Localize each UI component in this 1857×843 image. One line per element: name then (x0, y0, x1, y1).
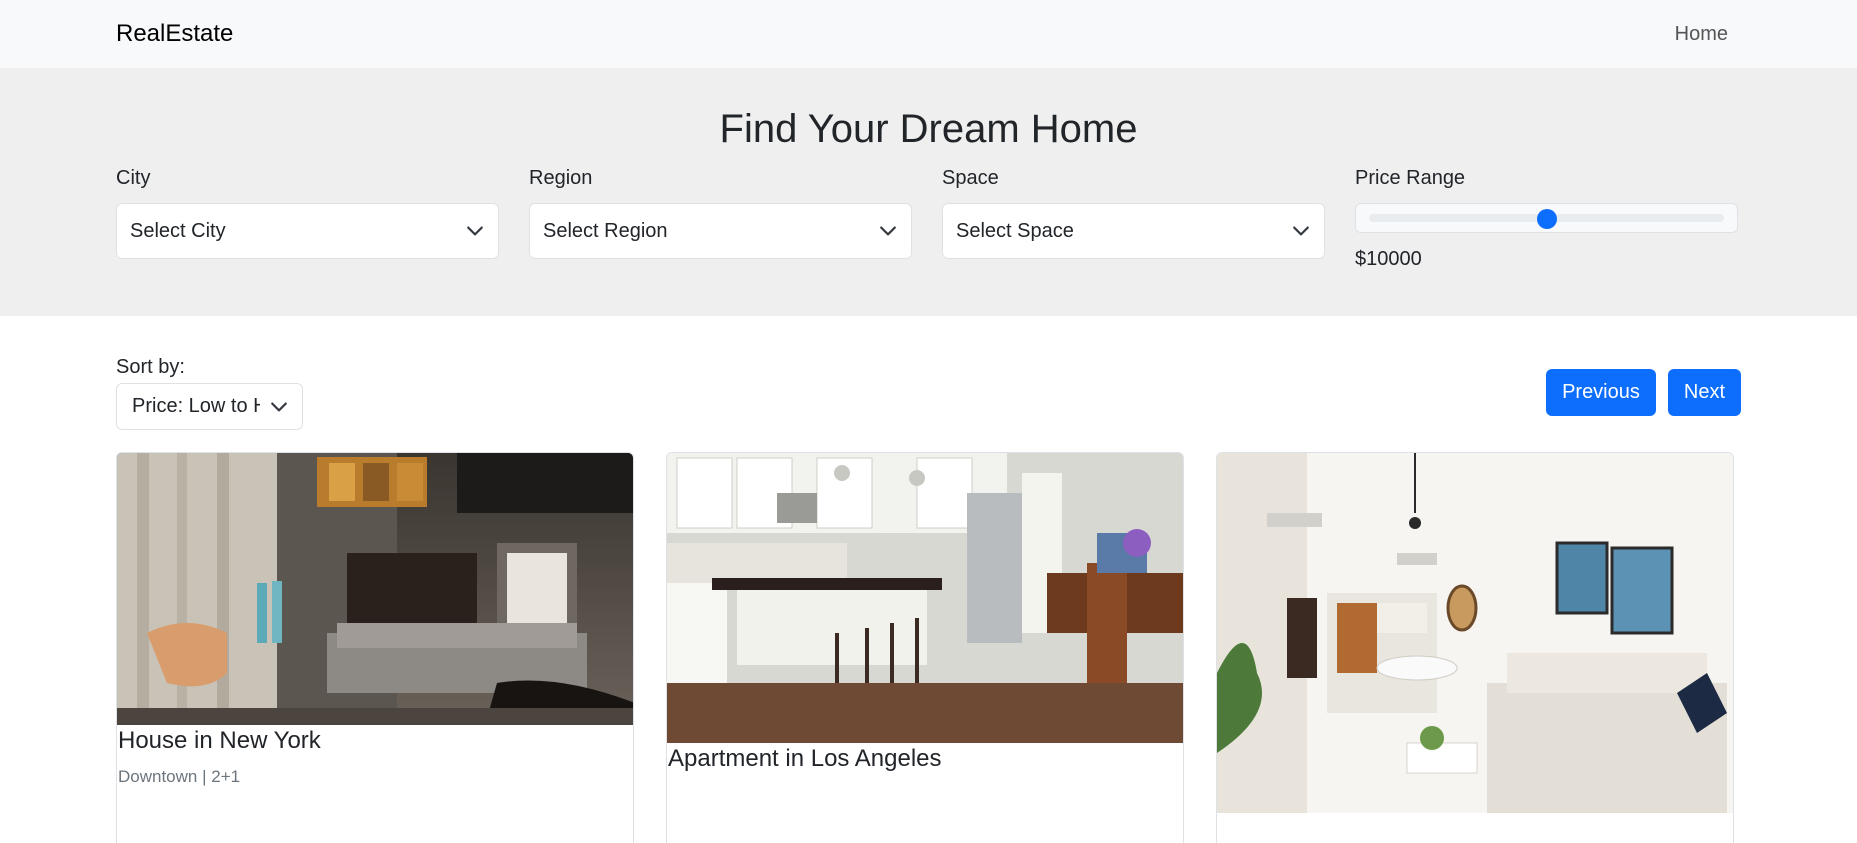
listing-photo (117, 453, 633, 725)
chevron-down-icon (1293, 226, 1309, 236)
page-title: Find Your Dream Home (719, 107, 1138, 151)
kitchen-image (667, 453, 1183, 743)
previous-button[interactable]: Previous (1546, 369, 1656, 416)
region-select[interactable]: Select Region (529, 203, 912, 259)
listing-photo (667, 453, 1183, 743)
space-label: Space (942, 167, 999, 189)
results-toolbar: Sort by: Price: Low to High Previous Nex… (0, 316, 1857, 452)
listing-card[interactable] (1216, 452, 1734, 843)
region-label: Region (529, 167, 593, 189)
listing-grid: House in New York Downtown | 2+1 Apartme… (0, 452, 1857, 843)
listing-title: Apartment in Los Angeles (668, 745, 942, 772)
listing-title: House in New York (118, 727, 321, 754)
filter-row: City Select City Region Select Region Sp… (116, 167, 1741, 271)
apartment-image (1217, 453, 1733, 813)
brand-logo[interactable]: RealEstate (116, 20, 233, 48)
price-range-thumb[interactable] (1536, 209, 1557, 229)
search-hero: Find Your Dream Home City Select City Re… (0, 68, 1857, 316)
chevron-down-icon (880, 226, 896, 236)
chevron-down-icon (467, 226, 483, 236)
next-button[interactable]: Next (1667, 369, 1741, 416)
price-label: Price Range (1355, 167, 1466, 189)
sort-select[interactable]: Price: Low to High (116, 383, 303, 430)
listing-card[interactable]: House in New York Downtown | 2+1 (116, 452, 634, 843)
sort-select-value: Price: Low to High (132, 395, 260, 417)
space-filter: Space Select Space (942, 167, 1325, 271)
sort-control: Sort by: Price: Low to High (116, 356, 303, 452)
listing-subtitle: Downtown | 2+1 (118, 766, 241, 786)
city-select-value: Select City (130, 219, 226, 242)
nav-home-link[interactable]: Home (1675, 23, 1728, 46)
space-select[interactable]: Select Space (942, 203, 1325, 259)
pagination: Previous Next (1546, 369, 1741, 452)
living-room-image (117, 453, 633, 725)
sort-label: Sort by: (116, 356, 185, 378)
region-filter: Region Select Region (529, 167, 912, 271)
top-navbar: RealEstate Home (0, 0, 1857, 68)
city-filter: City Select City (116, 167, 499, 271)
listing-photo (1217, 453, 1733, 813)
price-range-slider[interactable] (1355, 203, 1738, 233)
chevron-down-icon (271, 402, 287, 411)
city-label: City (116, 167, 151, 189)
price-filter: Price Range $10000 (1355, 167, 1738, 271)
region-select-value: Select Region (543, 219, 668, 242)
price-range-value: $10000 (1355, 248, 1422, 270)
space-select-value: Select Space (956, 219, 1074, 242)
city-select[interactable]: Select City (116, 203, 499, 259)
listing-card[interactable]: Apartment in Los Angeles (666, 452, 1184, 843)
